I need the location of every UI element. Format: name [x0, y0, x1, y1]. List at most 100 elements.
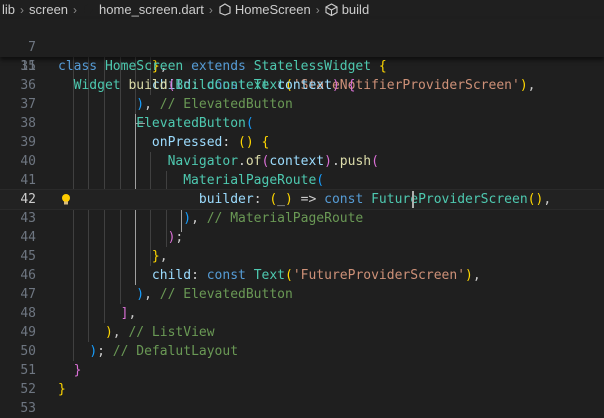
code-text: ), // ListView	[58, 323, 215, 342]
code-editor[interactable]: 35 }, 36 child: const Text('StateNotifier…	[0, 57, 604, 417]
code-token: (	[245, 116, 254, 131]
code-line[interactable]: 48 ],	[0, 304, 604, 323]
code-token: context	[277, 78, 332, 93]
code-text: }	[58, 361, 82, 380]
code-token: ,	[191, 211, 207, 226]
code-token: )	[89, 344, 98, 359]
code-line[interactable]: 38 ElevatedButton(	[0, 114, 604, 133]
breadcrumb-method-label: build	[341, 2, 370, 17]
code-line[interactable]: 51 }	[0, 361, 604, 380]
line-number: 42	[20, 192, 36, 207]
line-number: 11	[20, 59, 36, 74]
line-number: 39	[20, 135, 36, 150]
sticky-scroll-header[interactable]: 7 class HomeScreen extends StatelessWidg…	[0, 19, 604, 93]
sticky-line[interactable]: 7 class HomeScreen extends StatelessWidg…	[0, 19, 604, 74]
code-token: context	[269, 154, 325, 169]
code-token: )	[136, 97, 145, 112]
code-text: );	[58, 228, 184, 247]
line-number: 46	[20, 268, 36, 283]
code-token: ;	[97, 344, 113, 359]
code-token: Text	[253, 268, 285, 283]
code-text: builder: (_) => const FutureProviderScre…	[58, 190, 551, 209]
code-line[interactable]: 49 ), // ListView	[0, 323, 604, 342]
breadcrumb-file-label: home_screen.dart	[99, 2, 204, 17]
code-token: MaterialPageRoute	[183, 173, 317, 188]
breadcrumb-method[interactable]: build	[323, 2, 371, 17]
code-token: // ListView	[128, 325, 215, 340]
line-number: 41	[20, 173, 36, 188]
code-line[interactable]: 37 ), // ElevatedButton	[0, 95, 604, 114]
line-number: 48	[20, 306, 36, 321]
code-text: Navigator.of(context).push(	[58, 152, 379, 171]
code-token: (	[316, 173, 325, 188]
breadcrumb-lib-label: lib	[2, 2, 16, 17]
code-token: ,	[472, 268, 481, 283]
breadcrumb-lib[interactable]: lib	[0, 2, 17, 17]
code-line[interactable]: 47 ), // ElevatedButton	[0, 285, 604, 304]
code-token: of	[245, 154, 262, 169]
code-line[interactable]: 42 builder: (_) => const FutureProviderS…	[0, 189, 604, 210]
code-line[interactable]: 53	[0, 399, 604, 418]
breadcrumb-screen[interactable]: screen	[27, 2, 70, 17]
code-text: ), // ElevatedButton	[58, 285, 293, 304]
code-text: child: const Text('FutureProviderScreen'…	[58, 266, 481, 285]
code-text: },	[58, 247, 168, 266]
code-token: StatelessWidget	[253, 59, 379, 74]
breadcrumb-file[interactable]: home_screen.dart	[80, 2, 206, 17]
code-token: {	[347, 78, 356, 93]
code-text: Widget build(BuildContext context) {	[58, 76, 356, 95]
code-token: // ElevatedButton	[159, 97, 293, 112]
lightbulb-icon[interactable]	[60, 193, 72, 206]
code-token: .	[238, 154, 246, 169]
code-line[interactable]: 43 ), // MaterialPageRoute	[0, 209, 604, 228]
code-text: ); // DefalutLayout	[58, 342, 238, 361]
code-token: class	[58, 59, 105, 74]
code-token: (	[371, 154, 379, 169]
code-text: ), // MaterialPageRoute	[58, 209, 363, 228]
code-line[interactable]: 41 MaterialPageRoute(	[0, 171, 604, 190]
class-icon	[219, 3, 231, 16]
code-token: )	[183, 211, 192, 226]
text-cursor	[412, 191, 414, 208]
method-cube-icon	[325, 3, 338, 16]
line-number: 40	[20, 154, 36, 169]
code-token: )	[285, 192, 293, 207]
code-line[interactable]: 52}	[0, 380, 604, 399]
code-text: onPressed: () {	[58, 133, 269, 152]
code-line[interactable]: 45 },	[0, 247, 604, 266]
line-number: 50	[20, 344, 36, 359]
code-token: const	[206, 268, 254, 283]
code-line[interactable]: 50 ); // DefalutLayout	[0, 342, 604, 361]
code-line[interactable]: 46 child: const Text('FutureProviderScre…	[0, 266, 604, 285]
code-token: // DefalutLayout	[112, 344, 239, 359]
sticky-line[interactable]: 11 Widget build(BuildContext context) {	[0, 38, 604, 93]
chevron-right-icon: ›	[73, 2, 78, 17]
breadcrumb-class[interactable]: HomeScreen	[216, 2, 313, 17]
code-token: _	[277, 192, 285, 207]
code-token: ,	[144, 97, 160, 112]
code-token: :	[191, 268, 207, 283]
code-token: ;	[175, 230, 184, 245]
code-token: (	[285, 268, 293, 283]
code-text: ],	[58, 304, 137, 323]
code-line[interactable]: 39 onPressed: () {	[0, 133, 604, 152]
code-token: :	[222, 135, 239, 150]
line-number: 53	[20, 401, 36, 416]
code-line[interactable]: 40 Navigator.of(context).push(	[0, 152, 604, 171]
code-text: class HomeScreen extends StatelessWidget…	[58, 57, 387, 76]
chevron-right-icon: ›	[208, 2, 213, 17]
code-token: ,	[159, 249, 168, 264]
line-number: 52	[20, 382, 36, 397]
code-line[interactable]: 44 );	[0, 228, 604, 247]
code-token: Navigator	[167, 154, 239, 169]
code-token: FutureProviderScreen	[371, 192, 528, 207]
code-token: )	[136, 287, 145, 302]
code-token: }	[151, 249, 160, 264]
